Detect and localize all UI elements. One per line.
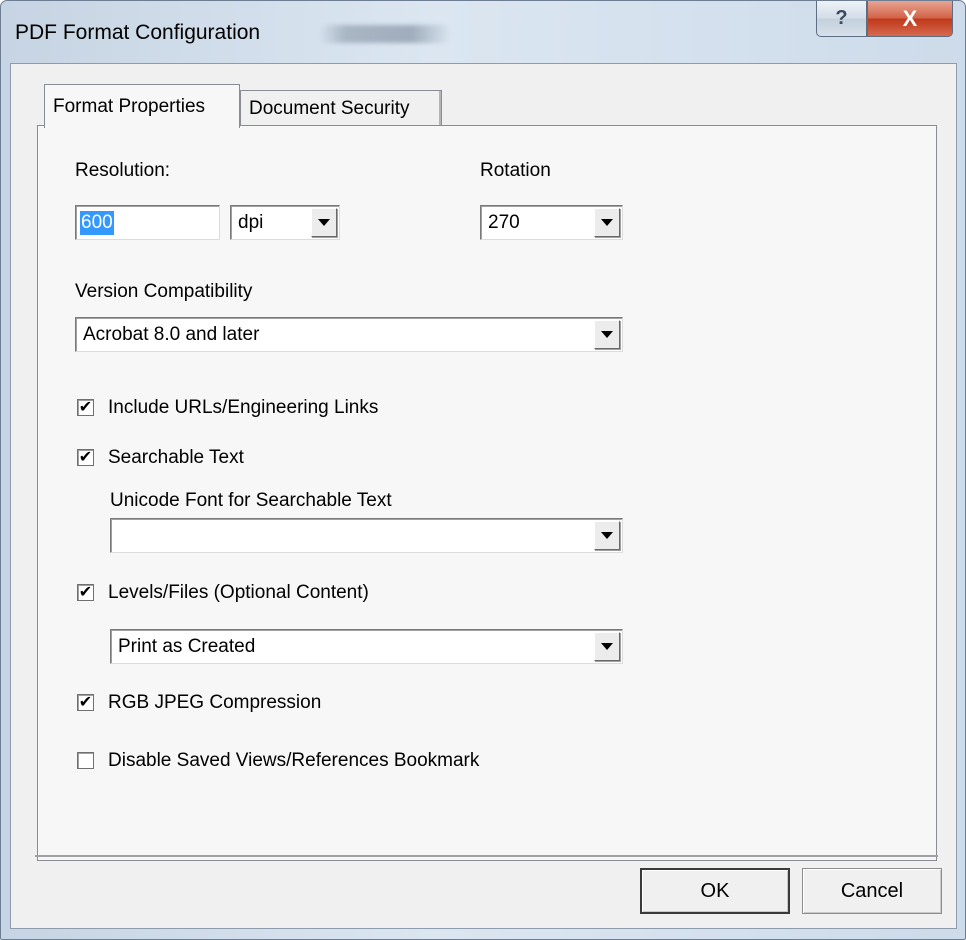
chevron-down-icon[interactable] <box>594 208 620 237</box>
dialog-window: PDF Format Configuration ? X Format Prop… <box>0 0 966 940</box>
close-button[interactable]: X <box>867 1 953 37</box>
title-bar[interactable]: PDF Format Configuration ? X <box>1 1 965 63</box>
rgb-jpeg-checkbox[interactable]: ✔ <box>77 694 94 711</box>
rotation-label: Rotation <box>480 160 551 181</box>
tab-label: Document Security <box>249 97 410 119</box>
version-compatibility-label: Version Compatibility <box>75 281 253 302</box>
redacted-title-suffix <box>319 25 451 43</box>
help-button[interactable]: ? <box>816 1 867 37</box>
unicode-font-label: Unicode Font for Searchable Text <box>110 490 392 511</box>
resolution-unit-value: dpi <box>238 211 264 233</box>
rotation-dropdown[interactable]: 270 <box>480 205 623 240</box>
checkmark-icon: ✔ <box>78 693 93 711</box>
cancel-label: Cancel <box>840 879 904 902</box>
ok-button[interactable]: OK <box>640 868 790 914</box>
resolution-value: 600 <box>80 211 114 235</box>
version-compatibility-dropdown[interactable]: Acrobat 8.0 and later <box>75 317 623 352</box>
searchable-text-checkbox[interactable]: ✔ <box>77 449 94 466</box>
version-compatibility-value: Acrobat 8.0 and later <box>83 323 260 345</box>
tab-format-properties[interactable]: Format Properties <box>44 84 240 128</box>
rotation-value: 270 <box>488 211 520 233</box>
rgb-jpeg-label[interactable]: RGB JPEG Compression <box>108 692 321 714</box>
help-icon: ? <box>835 7 848 29</box>
resolution-input[interactable]: 600 <box>75 205 220 240</box>
chevron-down-icon[interactable] <box>594 521 620 550</box>
tab-document-security[interactable]: Document Security <box>240 90 442 126</box>
cancel-button[interactable]: Cancel <box>802 868 942 914</box>
resolution-unit-dropdown[interactable]: dpi <box>230 205 340 240</box>
include-urls-checkbox[interactable]: ✔ <box>77 399 94 416</box>
chevron-down-icon[interactable] <box>311 208 337 237</box>
chevron-down-icon[interactable] <box>594 632 620 661</box>
disable-saved-views-label[interactable]: Disable Saved Views/References Bookmark <box>108 750 479 772</box>
checkmark-icon: ✔ <box>78 448 93 466</box>
disable-saved-views-checkbox[interactable] <box>77 752 94 769</box>
include-urls-label[interactable]: Include URLs/Engineering Links <box>108 397 378 419</box>
unicode-font-dropdown[interactable] <box>110 518 623 553</box>
ok-label: OK <box>700 879 730 902</box>
searchable-text-label[interactable]: Searchable Text <box>108 447 244 469</box>
levels-mode-dropdown[interactable]: Print as Created <box>110 629 623 664</box>
window-title: PDF Format Configuration <box>15 21 261 44</box>
resolution-label: Resolution: <box>75 160 171 181</box>
chevron-down-icon[interactable] <box>594 320 620 349</box>
checkmark-icon: ✔ <box>78 398 93 416</box>
levels-files-checkbox[interactable]: ✔ <box>77 584 94 601</box>
checkmark-icon: ✔ <box>78 583 93 601</box>
tab-label: Format Properties <box>53 95 206 117</box>
levels-mode-value: Print as Created <box>118 635 256 657</box>
close-icon: X <box>902 5 918 31</box>
levels-files-label[interactable]: Levels/Files (Optional Content) <box>108 582 369 604</box>
footer-separator <box>35 855 938 857</box>
